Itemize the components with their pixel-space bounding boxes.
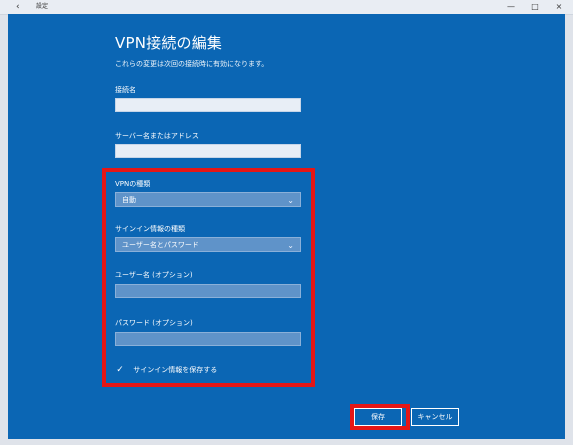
edit-vpn-dialog: VPN接続の編集 これらの変更は次回の接続時に有効になります。 接続名 サーバー…: [8, 14, 565, 439]
highlight-box-save: [350, 404, 410, 430]
dialog-subtitle: これらの変更は次回の接続時に有効になります。: [115, 60, 269, 68]
server-input[interactable]: [115, 144, 301, 158]
minimize-icon[interactable]: —: [504, 1, 518, 13]
server-label: サーバー名またはアドレス: [115, 132, 199, 140]
cancel-button[interactable]: キャンセル: [411, 408, 459, 426]
window-title: 設定: [36, 3, 49, 10]
back-arrow-icon[interactable]: ‹: [16, 2, 26, 12]
connection-name-input[interactable]: [115, 98, 301, 112]
connection-name-label: 接続名: [115, 86, 136, 94]
highlight-box-fields: [102, 168, 315, 387]
dialog-title: VPN接続の編集: [115, 34, 223, 52]
maximize-icon[interactable]: □: [528, 1, 542, 13]
close-icon[interactable]: ×: [552, 1, 566, 13]
window-titlebar: ‹ 設定 — □ ×: [0, 0, 573, 15]
